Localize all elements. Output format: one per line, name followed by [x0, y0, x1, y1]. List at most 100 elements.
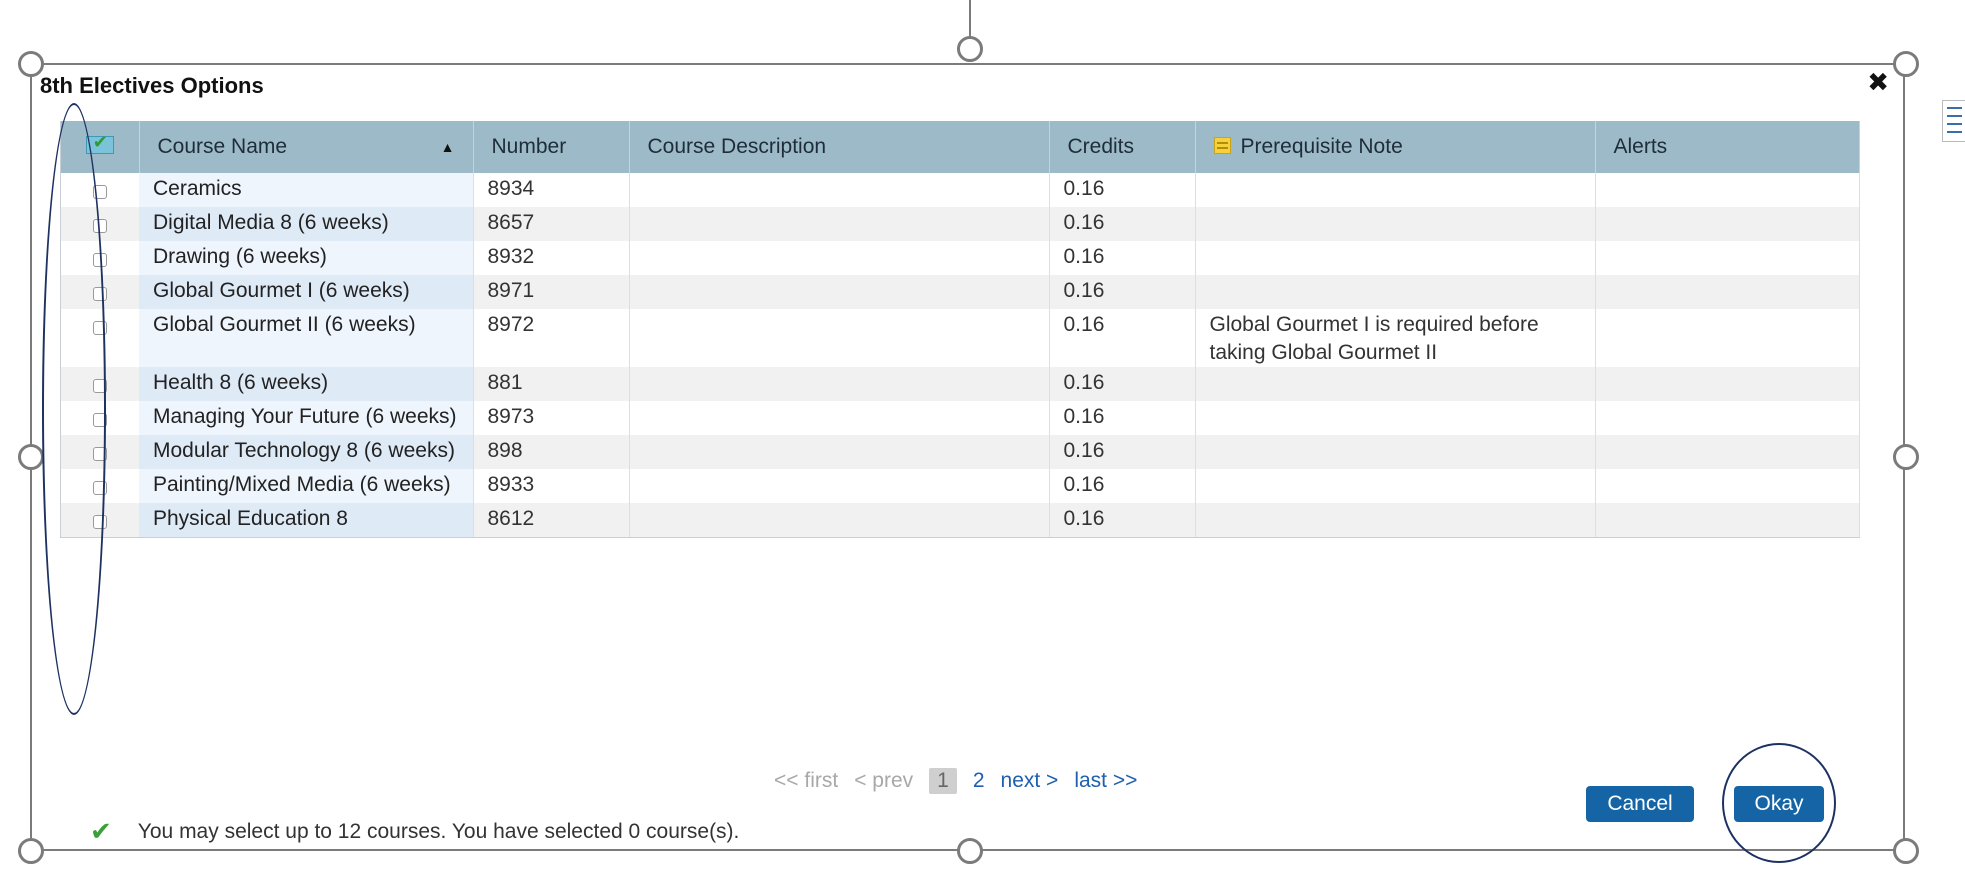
number-cell: 8932: [473, 241, 630, 275]
table-row: Physical Education 8 8612 0.16: [61, 503, 1860, 537]
credits-cell: 0.16: [1049, 173, 1196, 207]
column-header-course-description[interactable]: Course Description: [629, 121, 1050, 173]
description-cell: [629, 207, 1050, 241]
description-cell: [629, 275, 1050, 309]
credits-cell: 0.16: [1049, 275, 1196, 309]
column-header-prerequisite-note[interactable]: Prerequisite Note: [1195, 121, 1596, 173]
course-select-checkbox[interactable]: [93, 321, 107, 335]
credits-cell: 0.16: [1049, 503, 1196, 537]
prerequisite-note-cell: [1195, 435, 1596, 469]
prerequisite-note-cell: [1195, 241, 1596, 275]
prerequisite-note-cell: [1195, 275, 1596, 309]
alerts-cell: [1595, 503, 1860, 537]
description-cell: [629, 503, 1050, 537]
description-cell: [629, 401, 1050, 435]
note-icon: [1213, 137, 1231, 154]
course-select-checkbox[interactable]: [93, 287, 107, 301]
column-header-credits[interactable]: Credits: [1049, 121, 1196, 173]
course-select-checkbox[interactable]: [93, 515, 107, 529]
pagination-last[interactable]: last >>: [1074, 769, 1137, 793]
column-header-course-name[interactable]: Course Name ▲: [139, 121, 474, 173]
status-message: You may select up to 12 courses. You hav…: [137, 819, 740, 843]
description-cell: [629, 367, 1050, 401]
number-cell: 8934: [473, 173, 630, 207]
rotate-handle-top[interactable]: [957, 36, 983, 62]
row-checkbox-cell: [61, 309, 139, 367]
prerequisite-note-cell: Global Gourmet I is required before taki…: [1195, 309, 1596, 367]
prerequisite-note-cell: [1195, 367, 1596, 401]
credits-cell: 0.16: [1049, 241, 1196, 275]
course-select-checkbox[interactable]: [93, 481, 107, 495]
table-row: Modular Technology 8 (6 weeks) 898 0.16: [61, 435, 1860, 469]
alerts-cell: [1595, 309, 1860, 367]
table-row: Health 8 (6 weeks) 881 0.16: [61, 367, 1860, 401]
table-row: Drawing (6 weeks) 8932 0.16: [61, 241, 1860, 275]
prerequisite-note-cell: [1195, 401, 1596, 435]
selection-status: ✔ You may select up to 12 courses. You h…: [90, 816, 739, 847]
course-select-checkbox[interactable]: [93, 447, 107, 461]
prerequisite-note-cell: [1195, 469, 1596, 503]
credits-cell: 0.16: [1049, 367, 1196, 401]
table-row: Ceramics 8934 0.16: [61, 173, 1860, 207]
course-name-cell: Health 8 (6 weeks): [139, 367, 474, 401]
sort-ascending-icon: ▲: [440, 139, 455, 155]
close-icon[interactable]: ✖: [1867, 69, 1889, 95]
course-name-cell: Painting/Mixed Media (6 weeks): [139, 469, 474, 503]
alerts-cell: [1595, 241, 1860, 275]
number-cell: 8972: [473, 309, 630, 367]
pagination-first: << first: [774, 769, 839, 792]
number-cell: 8973: [473, 401, 630, 435]
pagination: << first < prev 1 2 next > last >>: [774, 768, 1153, 794]
row-checkbox-cell: [61, 241, 139, 275]
table-row: Global Gourmet I (6 weeks) 8971 0.16: [61, 275, 1860, 309]
row-checkbox-cell: [61, 503, 139, 537]
okay-button[interactable]: Okay: [1734, 786, 1824, 822]
row-checkbox-cell: [61, 435, 139, 469]
description-cell: [629, 309, 1050, 367]
select-all-header[interactable]: [61, 121, 140, 173]
row-checkbox-cell: [61, 207, 139, 241]
course-name-cell: Global Gourmet I (6 weeks): [139, 275, 474, 309]
alerts-cell: [1595, 469, 1860, 503]
courses-table: Course Name ▲ Number Course Description …: [60, 121, 1860, 538]
alerts-cell: [1595, 207, 1860, 241]
table-row: Managing Your Future (6 weeks) 8973 0.16: [61, 401, 1860, 435]
course-select-checkbox[interactable]: [93, 253, 107, 267]
course-name-cell: Ceramics: [139, 173, 474, 207]
pagination-prev: < prev: [854, 769, 914, 792]
dialog-title: 8th Electives Options: [40, 73, 264, 98]
pagination-next[interactable]: next >: [1001, 769, 1059, 793]
description-cell: [629, 241, 1050, 275]
column-header-alerts[interactable]: Alerts: [1595, 121, 1860, 173]
alerts-cell: [1595, 435, 1860, 469]
course-name-cell: Digital Media 8 (6 weeks): [139, 207, 474, 241]
cancel-button[interactable]: Cancel: [1586, 786, 1694, 822]
description-cell: [629, 435, 1050, 469]
prerequisite-note-cell: [1195, 207, 1596, 241]
alerts-cell: [1595, 275, 1860, 309]
course-name-cell: Managing Your Future (6 weeks): [139, 401, 474, 435]
column-header-number[interactable]: Number: [473, 121, 630, 173]
prerequisite-note-cell: [1195, 173, 1596, 207]
electives-dialog: 8th Electives Options ✖ Course Name: [32, 65, 1903, 849]
course-select-checkbox[interactable]: [93, 185, 107, 199]
row-checkbox-cell: [61, 469, 139, 503]
course-name-cell: Global Gourmet II (6 weeks): [139, 309, 474, 367]
course-select-checkbox[interactable]: [93, 413, 107, 427]
check-all-icon[interactable]: [85, 132, 114, 154]
course-select-checkbox[interactable]: [93, 379, 107, 393]
number-cell: 8933: [473, 469, 630, 503]
layout-options-icon[interactable]: [1942, 100, 1965, 142]
table-row: Digital Media 8 (6 weeks) 8657 0.16: [61, 207, 1860, 241]
credits-cell: 0.16: [1049, 435, 1196, 469]
number-cell: 898: [473, 435, 630, 469]
course-name-cell: Physical Education 8: [139, 503, 474, 537]
row-checkbox-cell: [61, 275, 139, 309]
row-checkbox-cell: [61, 173, 139, 207]
course-name-cell: Drawing (6 weeks): [139, 241, 474, 275]
course-select-checkbox[interactable]: [93, 219, 107, 233]
description-cell: [629, 469, 1050, 503]
table-row: Global Gourmet II (6 weeks) 8972 0.16 Globa…: [61, 309, 1860, 367]
checkmark-icon: ✔: [90, 816, 112, 846]
pagination-page-2[interactable]: 2: [973, 769, 985, 793]
